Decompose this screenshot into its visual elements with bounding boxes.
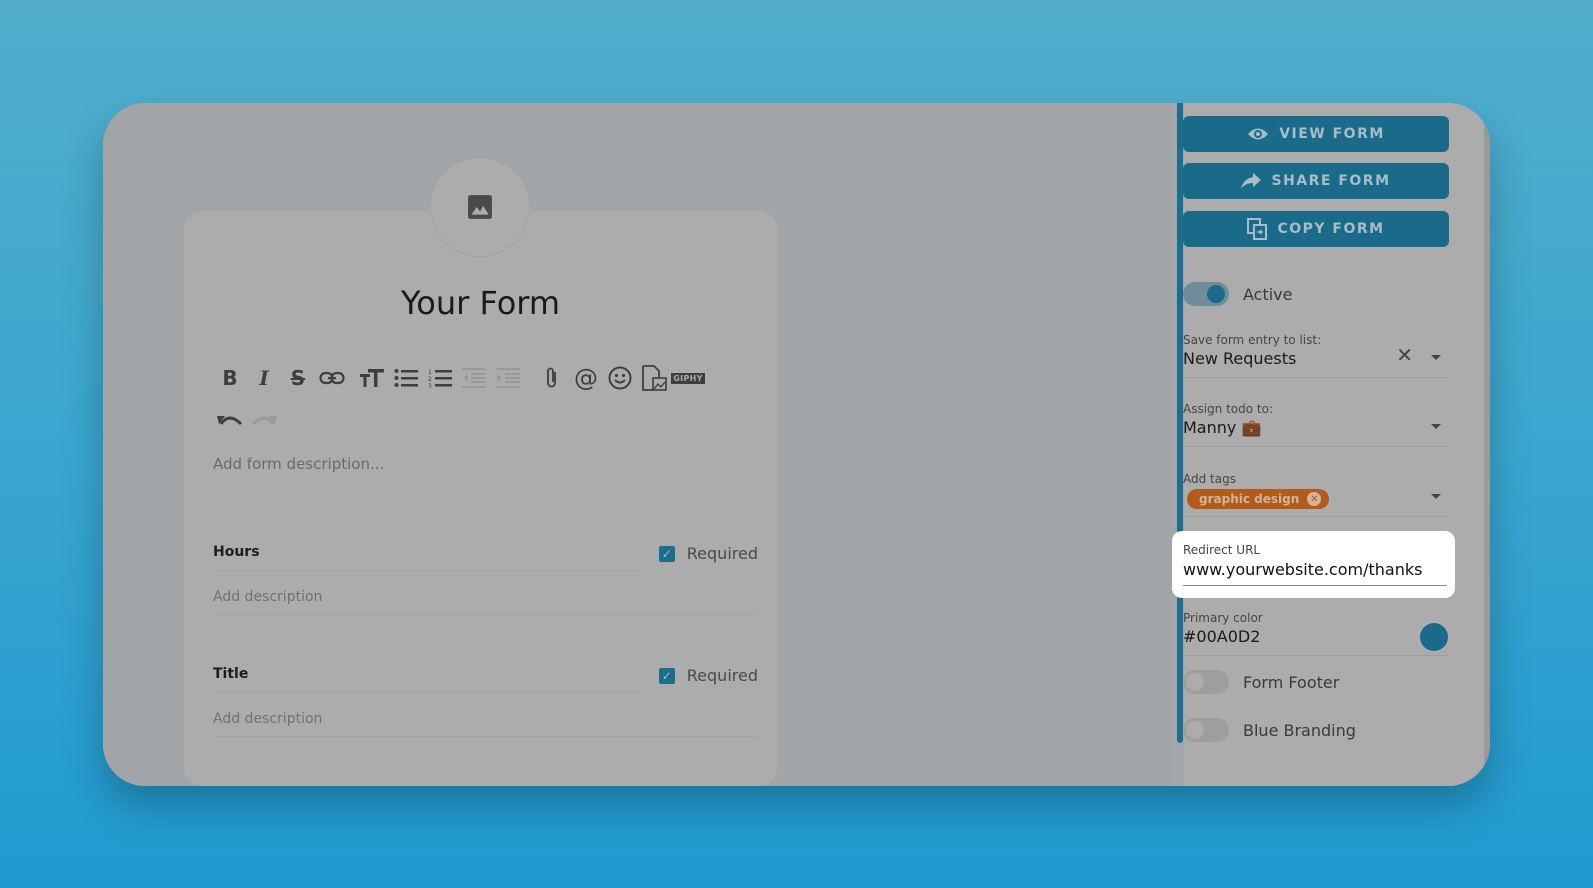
copy-icon [1247,218,1268,240]
tag-label: graphic design [1199,492,1300,506]
select-underline [1183,516,1449,517]
form-description-input[interactable]: Add form description... [213,455,384,473]
required-checkbox-group[interactable]: ✓ Required [658,544,758,563]
bulleted-list-icon[interactable] [389,363,423,393]
field-description-input[interactable]: Add description [213,589,322,605]
view-form-label: VIEW FORM [1279,126,1385,142]
svg-text:3: 3 [428,383,432,388]
insert-image-icon[interactable] [637,363,671,393]
share-form-label: SHARE FORM [1271,173,1391,189]
italic-icon[interactable]: I [247,363,281,393]
bold-icon[interactable]: B [213,363,247,393]
add-tags-select[interactable]: Add tags graphic design ✕ [1183,472,1449,518]
field-description-input[interactable]: Add description [213,711,322,727]
mention-icon[interactable]: @ [569,363,603,393]
required-checkbox[interactable]: ✓ [658,545,675,562]
description-underline [213,736,758,737]
panel-edge [1484,103,1490,786]
chevron-down-icon[interactable] [1431,355,1441,360]
form-footer-label: Form Footer [1243,673,1340,692]
input-underline [1183,655,1449,656]
giphy-icon[interactable]: GIPHY [671,363,705,393]
select-underline [1183,377,1449,378]
form-footer-toggle[interactable] [1183,670,1229,694]
strikethrough-icon[interactable]: S [281,363,315,393]
toggle-knob [1186,673,1204,691]
text-size-icon[interactable] [355,363,389,393]
toggle-knob [1186,721,1204,739]
blue-branding-label: Blue Branding [1243,721,1356,740]
logo-upload[interactable] [430,157,530,257]
field-name-underline [213,692,641,693]
undo-icon[interactable] [213,405,247,435]
svg-text:1: 1 [428,369,432,376]
tag-chip[interactable]: graphic design ✕ [1187,489,1330,509]
primary-color-label: Primary color [1183,611,1263,625]
share-form-button[interactable]: SHARE FORM [1183,163,1449,199]
redirect-url-input[interactable]: www.yourwebsite.com/thanks [1183,560,1422,579]
required-label: Required [686,544,758,563]
history-toolbar [213,405,281,435]
redirect-url-label: Redirect URL [1183,543,1261,557]
copy-form-button[interactable]: COPY FORM [1183,211,1449,247]
add-tags-label: Add tags [1183,472,1236,486]
required-checkbox[interactable]: ✓ [658,667,675,684]
svg-text:2: 2 [428,376,432,383]
image-icon [468,195,492,219]
active-toggle[interactable] [1183,282,1229,306]
remove-tag-icon[interactable]: ✕ [1307,492,1322,506]
share-arrow-icon [1241,173,1262,189]
chevron-down-icon[interactable] [1431,424,1441,429]
attachment-icon[interactable] [535,363,569,393]
field-name-underline [213,570,641,571]
form-title[interactable]: Your Form [184,284,777,322]
outdent-icon[interactable] [457,363,491,393]
field-name[interactable]: Title [213,666,248,682]
required-checkbox-group[interactable]: ✓ Required [658,666,758,685]
select-underline [1183,446,1449,447]
redirect-url-field[interactable]: Redirect URL www.yourwebsite.com/thanks [1172,531,1455,598]
toggle-knob [1207,285,1225,303]
primary-color-value[interactable]: #00A0D2 [1183,627,1449,646]
clear-icon[interactable]: ✕ [1396,343,1413,367]
eye-icon [1248,128,1269,140]
active-label: Active [1243,285,1293,304]
view-form-button[interactable]: VIEW FORM [1183,116,1449,152]
input-underline [1183,585,1447,586]
assign-todo-select[interactable]: Assign todo to: Manny 💼 [1183,402,1449,448]
numbered-list-icon[interactable]: 123 [423,363,457,393]
assign-todo-label: Assign todo to: [1183,402,1273,416]
required-label: Required [686,666,758,685]
field-name[interactable]: Hours [213,544,260,560]
chevron-down-icon[interactable] [1431,494,1441,499]
emoji-icon[interactable] [603,363,637,393]
rich-text-toolbar: B I S 123 @ GIPHY [213,363,705,393]
assign-todo-value: Manny 💼 [1183,418,1262,437]
primary-color-field[interactable]: Primary color #00A0D2 [1183,611,1449,657]
color-swatch[interactable] [1420,623,1448,651]
link-icon[interactable] [315,363,349,393]
description-underline [213,614,758,615]
blue-branding-toggle[interactable] [1183,718,1229,742]
redo-icon[interactable] [247,405,281,435]
save-to-list-select[interactable]: Save form entry to list: New Requests ✕ [1183,333,1449,379]
indent-icon[interactable] [491,363,525,393]
copy-form-label: COPY FORM [1277,221,1385,237]
